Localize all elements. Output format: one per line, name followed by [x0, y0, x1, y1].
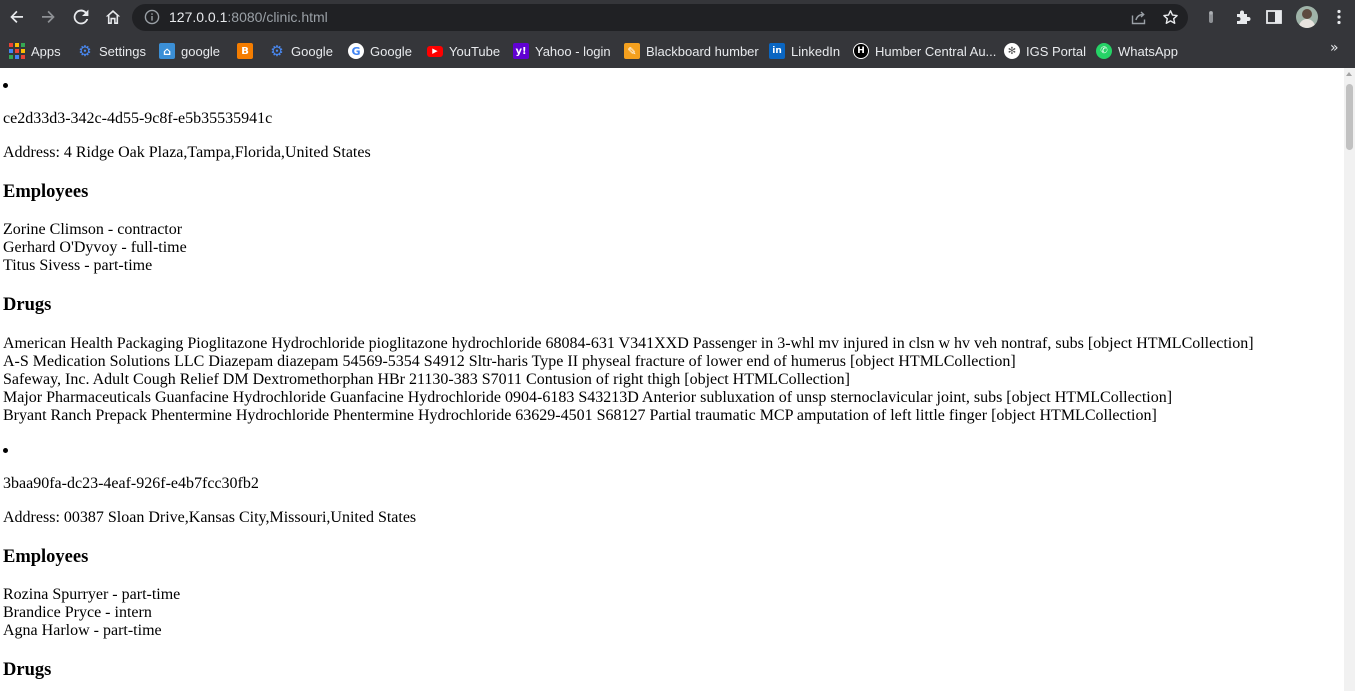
igs-globe-icon: ✻ — [1004, 43, 1020, 59]
bookmark-label: Google — [370, 43, 412, 59]
linkedin-icon: in — [769, 43, 785, 59]
bookmark-blogger[interactable]: B — [237, 41, 259, 61]
bookmark-whatsapp[interactable]: ✆ WhatsApp — [1096, 41, 1178, 61]
bookmark-label: LinkedIn — [791, 43, 841, 59]
side-panel-icon[interactable] — [1265, 8, 1283, 26]
clinic-address: Address: 4 Ridge Oak Plaza,Tampa,Florida… — [3, 144, 371, 161]
home-icon: ⌂ — [159, 43, 175, 59]
drug-item: Major Pharmaceuticals Guanfacine Hydroch… — [3, 389, 1173, 406]
bookmark-google-settings[interactable]: ⚙ Google — [269, 41, 333, 61]
bookmarks-overflow-icon[interactable]: » — [1330, 41, 1344, 55]
reload-button[interactable] — [68, 4, 94, 30]
employee-item: Agna Harlow - part-time — [3, 622, 162, 639]
bookmark-label: YouTube — [449, 43, 501, 59]
bookmarks-bar: Apps ⚙ Settings ⌂ google B ⚙ Google G Go… — [0, 35, 1355, 68]
bookmark-label: Blackboard humber — [646, 43, 759, 59]
employee-item: Gerhard O'Dyvoy - full-time — [3, 239, 187, 256]
pencil-icon: ✎ — [624, 43, 640, 59]
reload-icon — [73, 9, 89, 25]
gear-icon: ⚙ — [78, 42, 92, 60]
drug-item: Safeway, Inc. Adult Cough Relief DM Dext… — [3, 371, 850, 388]
extension-icon[interactable] — [1202, 8, 1220, 26]
forward-button[interactable] — [35, 4, 61, 30]
bookmark-google-home[interactable]: ⌂ google — [159, 41, 220, 61]
clinic-id: ce2d33d3-342c-4d55-9c8f-e5b35535941c — [3, 110, 273, 127]
list-bullet — [3, 448, 8, 453]
clinic-address: Address: 00387 Sloan Drive,Kansas City,M… — [3, 509, 417, 526]
bookmark-blackboard[interactable]: ✎ Blackboard humber — [624, 41, 759, 61]
url-text[interactable]: 127.0.0.1:8080/clinic.html — [169, 9, 328, 25]
home-button[interactable] — [100, 4, 126, 30]
share-icon[interactable] — [1130, 9, 1147, 26]
bookmark-label: Yahoo - login — [535, 43, 611, 59]
puzzle-icon[interactable] — [1234, 8, 1252, 26]
drug-item: Bryant Ranch Prepack Phentermine Hydroch… — [3, 407, 1157, 424]
whatsapp-icon: ✆ — [1096, 43, 1112, 59]
list-bullet — [3, 83, 8, 88]
drugs-heading: Drugs — [3, 660, 52, 680]
drugs-heading: Drugs — [3, 295, 52, 315]
bookmark-settings[interactable]: ⚙ Settings — [77, 41, 146, 61]
bookmark-label: Google — [291, 43, 333, 59]
vertical-scrollbar[interactable] — [1344, 68, 1355, 691]
employees-heading: Employees — [3, 182, 89, 202]
blogger-icon: B — [237, 43, 253, 59]
bookmark-apps[interactable]: Apps — [9, 41, 61, 61]
employee-item: Titus Sivess - part-time — [3, 257, 153, 274]
bookmark-label: WhatsApp — [1118, 43, 1178, 59]
bookmark-label: Apps — [31, 43, 61, 59]
drug-item: American Health Packaging Pioglitazone H… — [3, 335, 1254, 352]
youtube-icon: ▶ — [427, 45, 443, 57]
arrow-left-icon — [10, 10, 23, 23]
employee-item: Brandice Pryce - intern — [3, 604, 152, 621]
bookmark-youtube[interactable]: ▶ YouTube — [427, 41, 500, 61]
google-g-icon: G — [348, 43, 364, 59]
humber-icon: H — [853, 43, 869, 59]
bookmark-label: Settings — [99, 43, 146, 59]
bookmark-yahoo[interactable]: y! Yahoo - login — [513, 41, 611, 61]
employees-heading: Employees — [3, 547, 89, 567]
scroll-up-arrow-icon[interactable] — [1346, 72, 1352, 76]
bookmark-label: IGS Portal — [1026, 43, 1086, 59]
star-icon[interactable] — [1162, 9, 1179, 26]
address-bar[interactable]: 127.0.0.1:8080/clinic.html — [132, 4, 1188, 31]
url-host: 127.0.0.1 — [169, 9, 228, 25]
page-content: ce2d33d3-342c-4d55-9c8f-e5b35535941c Add… — [0, 68, 1344, 691]
bookmark-label: google — [181, 43, 221, 59]
employee-item: Zorine Climson - contractor — [3, 221, 183, 238]
home-icon — [105, 10, 121, 24]
bookmark-google[interactable]: G Google — [348, 41, 412, 61]
info-icon[interactable] — [144, 9, 160, 25]
scrollbar-thumb[interactable] — [1346, 84, 1353, 150]
browser-toolbar: 127.0.0.1:8080/clinic.html — [0, 0, 1355, 35]
employee-item: Rozina Spurryer - part-time — [3, 586, 181, 603]
clinic-id: 3baa90fa-dc23-4eaf-926f-e4b7fcc30fb2 — [3, 475, 259, 492]
bookmark-humber-central[interactable]: H Humber Central Au... — [853, 41, 996, 61]
more-vertical-icon[interactable] — [1330, 8, 1348, 26]
bookmark-linkedin[interactable]: in LinkedIn — [769, 41, 840, 61]
profile-avatar[interactable] — [1296, 6, 1318, 28]
drug-item: A-S Medication Solutions LLC Diazepam di… — [3, 353, 1016, 370]
bookmark-label: Humber Central Au... — [875, 43, 997, 59]
gear-icon: ⚙ — [270, 42, 284, 60]
browser-chrome: 127.0.0.1:8080/clinic.html Apps ⚙ Settin… — [0, 0, 1355, 68]
apps-grid-icon — [9, 43, 25, 59]
back-button[interactable] — [4, 4, 30, 30]
bookmark-igs-portal[interactable]: ✻ IGS Portal — [1004, 41, 1086, 61]
yahoo-icon: y! — [513, 43, 529, 59]
arrow-right-icon — [42, 10, 55, 23]
url-path: :8080/clinic.html — [227, 9, 328, 25]
